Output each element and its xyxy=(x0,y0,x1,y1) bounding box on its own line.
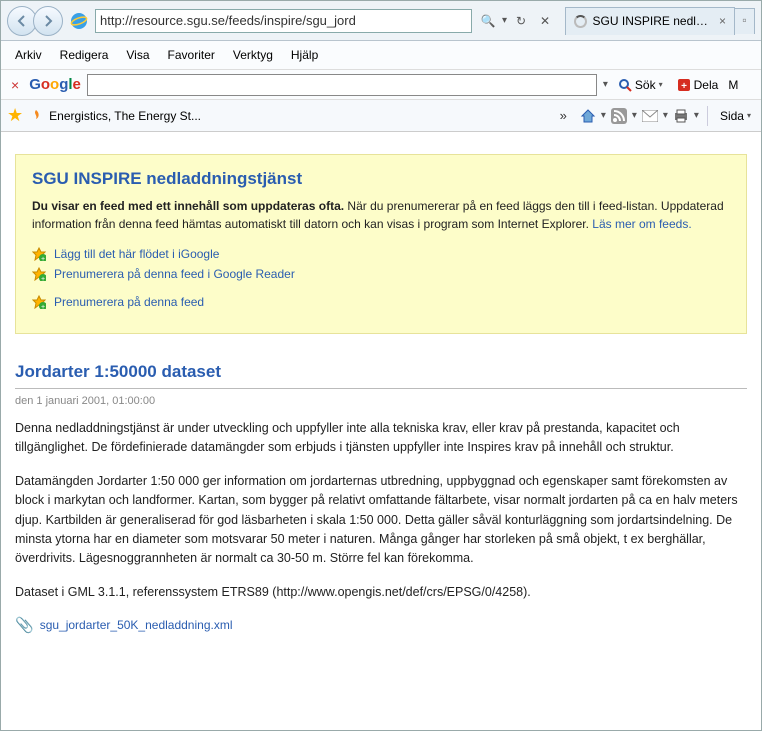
paperclip-icon: 📎 xyxy=(15,616,34,634)
attachment-link[interactable]: sgu_jordarter_50K_nedladdning.xml xyxy=(40,618,233,632)
entry-separator xyxy=(15,388,747,389)
new-tab-button[interactable]: ▫ xyxy=(735,8,755,34)
feed-link-subscribe-row: + Prenumerera på denna feed xyxy=(32,295,730,309)
svg-text:+: + xyxy=(41,276,45,281)
feeds-dropdown[interactable]: ▾ xyxy=(632,110,637,121)
feed-info-box: SGU INSPIRE nedladdningstjänst Du visar … xyxy=(15,154,747,334)
google-more-truncated: M xyxy=(728,78,738,92)
subscribe-greader-link[interactable]: Prenumerera på denna feed i Google Reade… xyxy=(54,267,295,281)
google-dela-button[interactable]: + Dela xyxy=(673,76,723,94)
toolbar-divider xyxy=(707,106,708,126)
entry-paragraph-3: Dataset i GML 3.1.1, referenssystem ETRS… xyxy=(15,583,747,602)
print-dropdown[interactable]: ▾ xyxy=(694,110,699,121)
learn-more-link[interactable]: Läs mer om feeds. xyxy=(592,217,691,231)
loading-spinner-icon xyxy=(574,15,587,28)
google-sok-label: Sök xyxy=(635,78,656,92)
rss-icon xyxy=(611,108,627,124)
flame-icon xyxy=(29,109,43,123)
favorites-star-icon[interactable]: ★ xyxy=(7,105,23,126)
address-bar: 🔍 ▾ ↻ ✕ SGU INSPIRE nedlad... × ▫ xyxy=(1,1,761,41)
mail-icon xyxy=(642,110,658,122)
tab-strip: SGU INSPIRE nedlad... × ▫ xyxy=(565,7,755,35)
bookmark-energistics[interactable]: Energistics, The Energy St... xyxy=(29,109,201,123)
printer-icon xyxy=(673,108,689,124)
mail-dropdown[interactable]: ▾ xyxy=(663,110,668,121)
feed-title: SGU INSPIRE nedladdningstjänst xyxy=(32,169,730,189)
add-star-icon: + xyxy=(32,267,46,281)
google-logo: Google xyxy=(29,76,81,93)
google-search-input[interactable] xyxy=(87,74,597,96)
svg-text:+: + xyxy=(681,81,687,92)
page-menu-label: Sida xyxy=(720,109,744,123)
feed-link-igoogle-row: + Lägg till det här flödet i iGoogle xyxy=(32,247,730,261)
svg-text:+: + xyxy=(41,256,45,261)
share-icon: + xyxy=(677,78,691,92)
feed-desc-bold: Du visar en feed med ett innehåll som up… xyxy=(32,199,344,213)
entry-title-link[interactable]: Jordarter 1:50000 dataset xyxy=(15,362,747,382)
entry-paragraph-1: Denna nedladdningstjänst är under utveck… xyxy=(15,419,747,458)
add-star-icon: + xyxy=(32,247,46,261)
feed-link-greader-row: + Prenumerera på denna feed i Google Rea… xyxy=(32,267,730,281)
svg-text:+: + xyxy=(41,304,45,309)
browser-tab[interactable]: SGU INSPIRE nedlad... × xyxy=(565,7,735,35)
entry-attachment: 📎 sgu_jordarter_50K_nedladdning.xml xyxy=(15,616,747,634)
menu-redigera[interactable]: Redigera xyxy=(52,45,117,65)
menu-verktyg[interactable]: Verktyg xyxy=(225,45,281,65)
google-toolbar: × Google ▾ Sök ▾ + Dela M xyxy=(1,70,761,100)
home-dropdown[interactable]: ▾ xyxy=(601,110,606,121)
google-dela-label: Dela xyxy=(694,78,719,92)
feed-entry: Jordarter 1:50000 dataset den 1 januari … xyxy=(15,362,747,634)
home-icon xyxy=(580,108,596,124)
ie-logo-icon xyxy=(69,11,89,31)
search-icon[interactable]: 🔍 xyxy=(478,11,498,31)
favorites-bar: ★ Energistics, The Energy St... » ▾ ▾ ▾ … xyxy=(1,100,761,132)
page-menu-button[interactable]: Sida ▾ xyxy=(716,107,755,125)
mail-button[interactable] xyxy=(641,107,659,125)
google-sok-button[interactable]: Sök ▾ xyxy=(614,76,667,94)
feed-action-links: + Lägg till det här flödet i iGoogle + P… xyxy=(32,247,730,309)
add-to-igoogle-link[interactable]: Lägg till det här flödet i iGoogle xyxy=(54,247,219,261)
url-input[interactable] xyxy=(95,9,472,33)
add-star-icon: + xyxy=(32,295,46,309)
home-button[interactable] xyxy=(579,107,597,125)
feeds-button[interactable] xyxy=(610,107,628,125)
stop-icon[interactable]: ✕ xyxy=(535,11,555,31)
menu-visa[interactable]: Visa xyxy=(118,45,157,65)
tab-title: SGU INSPIRE nedlad... xyxy=(593,14,713,28)
tab-close-button[interactable]: × xyxy=(719,14,726,28)
forward-button[interactable] xyxy=(33,6,63,36)
refresh-icon[interactable]: ↻ xyxy=(511,11,531,31)
subscribe-feed-link[interactable]: Prenumerera på denna feed xyxy=(54,295,204,309)
feed-description: Du visar en feed med ett innehåll som up… xyxy=(32,197,730,233)
overflow-chevron-icon[interactable]: » xyxy=(560,108,567,123)
entry-body: Denna nedladdningstjänst är under utveck… xyxy=(15,419,747,602)
bookmark-label: Energistics, The Energy St... xyxy=(49,109,201,123)
menu-arkiv[interactable]: Arkiv xyxy=(7,45,50,65)
search-icon xyxy=(618,78,632,92)
toolbar-close-button[interactable]: × xyxy=(7,77,23,93)
menu-hjalp[interactable]: Hjälp xyxy=(283,45,326,65)
print-button[interactable] xyxy=(672,107,690,125)
menu-favoriter[interactable]: Favoriter xyxy=(160,45,223,65)
search-dropdown-icon[interactable]: ▾ xyxy=(502,15,507,26)
page-content: SGU INSPIRE nedladdningstjänst Du visar … xyxy=(1,132,761,733)
entry-paragraph-2: Datamängden Jordarter 1:50 000 ger infor… xyxy=(15,472,747,569)
entry-date: den 1 januari 2001, 01:00:00 xyxy=(15,395,747,407)
menu-bar: Arkiv Redigera Visa Favoriter Verktyg Hj… xyxy=(1,41,761,70)
google-search-dropdown[interactable]: ▾ xyxy=(603,79,608,90)
